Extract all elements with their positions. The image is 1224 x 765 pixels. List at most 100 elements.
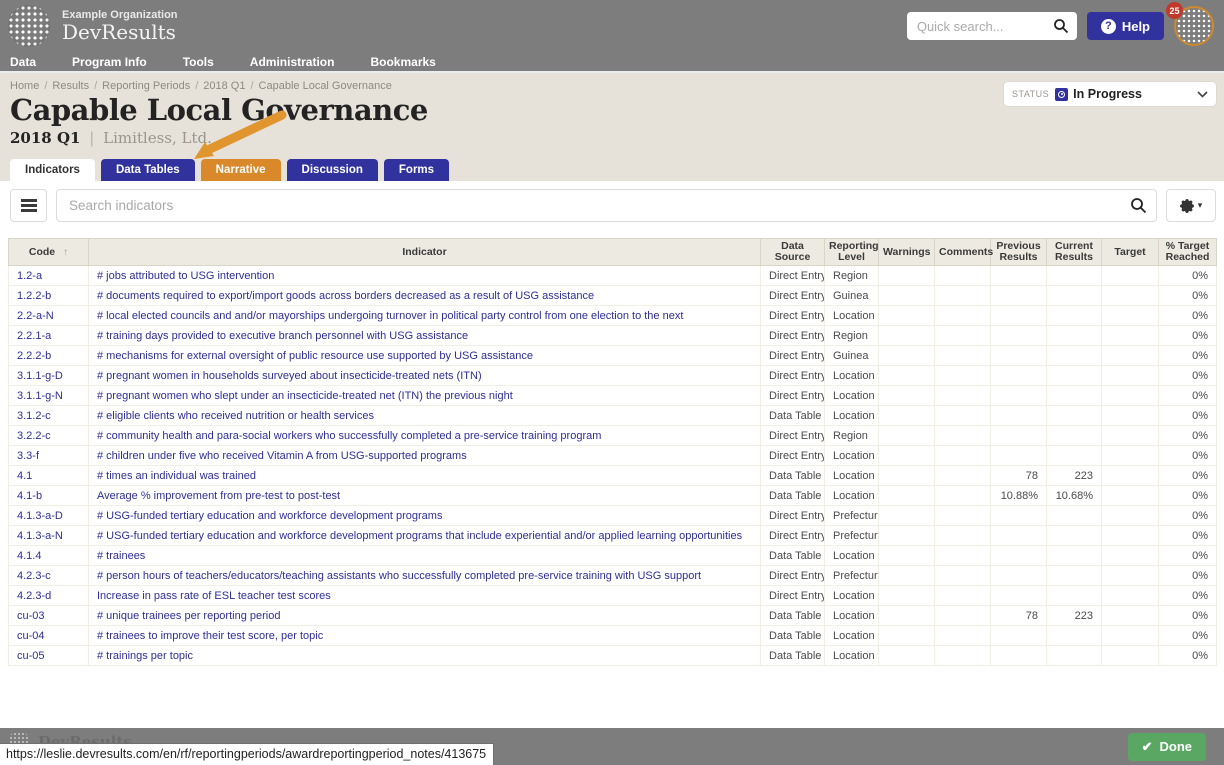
warnings-cell <box>878 425 935 446</box>
tab-data-tables[interactable]: Data Tables <box>100 159 195 181</box>
indicator-cell[interactable]: # jobs attributed to USG intervention <box>88 265 761 286</box>
reporting-level-cell: Guinea <box>824 345 879 366</box>
indicator-cell[interactable]: # pregnant women who slept under an inse… <box>88 385 761 406</box>
nav-item-data[interactable]: Data <box>10 55 36 69</box>
pct-target-cell: 0% <box>1158 565 1217 586</box>
help-button[interactable]: ? Help <box>1086 12 1164 40</box>
previous-results-cell <box>990 345 1047 366</box>
user-avatar[interactable]: 25 <box>1166 2 1214 46</box>
previous-results-cell <box>990 265 1047 286</box>
pct-target-cell: 0% <box>1158 405 1217 426</box>
code-cell[interactable]: 4.2.3-c <box>8 565 89 586</box>
breadcrumb-home[interactable]: Home <box>10 80 39 92</box>
breadcrumb-results[interactable]: Results <box>52 80 89 92</box>
tab-bar: Indicators Data Tables Narrative Discuss… <box>10 159 450 181</box>
col-pct-target-reached[interactable]: % Target Reached <box>1158 238 1217 266</box>
code-cell[interactable]: 4.1-b <box>8 485 89 506</box>
indicator-cell[interactable]: # USG-funded tertiary education and work… <box>88 505 761 526</box>
indicator-cell[interactable]: # unique trainees per reporting period <box>88 605 761 626</box>
nav-item-program-info[interactable]: Program Info <box>72 55 147 69</box>
indicator-cell[interactable]: Average % improvement from pre-test to p… <box>88 485 761 506</box>
tab-discussion[interactable]: Discussion <box>286 159 378 181</box>
indicator-cell[interactable]: # mechanisms for external oversight of p… <box>88 345 761 366</box>
warnings-cell <box>878 445 935 466</box>
code-cell[interactable]: 3.1.1-g-N <box>8 385 89 406</box>
current-results-cell <box>1046 645 1102 666</box>
indicator-cell[interactable]: # eligible clients who received nutritio… <box>88 405 761 426</box>
col-current-results[interactable]: Current Results <box>1046 238 1102 266</box>
indicator-cell[interactable]: # community health and para-social worke… <box>88 425 761 446</box>
current-results-cell <box>1046 385 1102 406</box>
reporting-level-cell: Region <box>824 425 879 446</box>
breadcrumb-2018-q1[interactable]: 2018 Q1 <box>203 80 245 92</box>
search-icon[interactable] <box>1130 197 1147 214</box>
indicator-cell[interactable]: # trainees to improve their test score, … <box>88 625 761 646</box>
search-icon[interactable] <box>1053 18 1069 34</box>
code-cell[interactable]: 3.1.1-g-D <box>8 365 89 386</box>
target-cell <box>1101 505 1159 526</box>
col-comments[interactable]: Comments <box>934 238 993 266</box>
code-cell[interactable]: 4.1.3-a-N <box>8 525 89 546</box>
tab-narrative[interactable]: Narrative <box>200 159 281 181</box>
table-row: 3.1.2-c # eligible clients who received n… <box>8 405 1217 426</box>
menu-button[interactable] <box>10 189 47 222</box>
code-cell[interactable]: 1.2.2-b <box>8 285 89 306</box>
code-cell[interactable]: 3.3-f <box>8 445 89 466</box>
current-results-cell <box>1046 405 1102 426</box>
indicator-cell[interactable]: # local elected councils and and/or mayo… <box>88 305 761 326</box>
code-cell[interactable]: 4.1.4 <box>8 545 89 566</box>
indicators-toolbar: ▾ <box>0 181 1224 222</box>
tab-indicators[interactable]: Indicators <box>10 159 95 181</box>
comments-cell <box>934 305 991 326</box>
col-indicator[interactable]: Indicator <box>88 238 761 266</box>
col-warnings[interactable]: Warnings <box>878 238 935 266</box>
indicator-cell[interactable]: # trainings per topic <box>88 645 761 666</box>
code-cell[interactable]: 4.2.3-d <box>8 585 89 606</box>
indicator-cell[interactable]: # children under five who received Vitam… <box>88 445 761 466</box>
code-cell[interactable]: 4.1.3-a-D <box>8 505 89 526</box>
col-previous-results[interactable]: Previous Results <box>990 238 1047 266</box>
col-data-source[interactable]: Data Source <box>760 238 825 266</box>
target-cell <box>1101 465 1159 486</box>
breadcrumb-reporting-periods[interactable]: Reporting Periods <box>102 80 190 92</box>
code-cell[interactable]: 2.2.2-b <box>8 345 89 366</box>
code-cell[interactable]: cu-05 <box>8 645 89 666</box>
current-results-cell <box>1046 505 1102 526</box>
pct-target-cell: 0% <box>1158 605 1217 626</box>
indicator-cell[interactable]: Increase in pass rate of ESL teacher tes… <box>88 585 761 606</box>
tab-forms[interactable]: Forms <box>383 159 450 181</box>
warnings-cell <box>878 565 935 586</box>
code-cell[interactable]: cu-03 <box>8 605 89 626</box>
indicator-cell[interactable]: # documents required to export/import go… <box>88 285 761 306</box>
code-cell[interactable]: 1.2-a <box>8 265 89 286</box>
code-cell[interactable]: 2.2-a-N <box>8 305 89 326</box>
col-reporting-level[interactable]: Reporting Level <box>824 238 879 266</box>
indicator-cell[interactable]: # training days provided to executive br… <box>88 325 761 346</box>
code-cell[interactable]: 3.1.2-c <box>8 405 89 426</box>
pct-target-cell: 0% <box>1158 385 1217 406</box>
previous-results-cell: 78 <box>990 605 1047 626</box>
indicator-cell[interactable]: # person hours of teachers/educators/tea… <box>88 565 761 586</box>
previous-results-cell: 78 <box>990 465 1047 486</box>
code-cell[interactable]: cu-04 <box>8 625 89 646</box>
col-code[interactable]: Code ↑ <box>8 238 89 266</box>
status-dropdown[interactable]: STATUS In Progress <box>1004 82 1216 106</box>
nav-item-administration[interactable]: Administration <box>250 55 335 69</box>
nav-item-bookmarks[interactable]: Bookmarks <box>370 55 435 69</box>
reporting-level-cell: Location <box>824 485 879 506</box>
code-cell[interactable]: 2.2.1-a <box>8 325 89 346</box>
indicator-cell[interactable]: # USG-funded tertiary education and work… <box>88 525 761 546</box>
indicator-search-input[interactable] <box>56 189 1157 222</box>
settings-button[interactable]: ▾ <box>1166 189 1216 222</box>
code-cell[interactable]: 4.1 <box>8 465 89 486</box>
table-row: 4.1.4 # trainees Data Table Location 0% <box>8 545 1217 566</box>
target-cell <box>1101 485 1159 506</box>
col-target[interactable]: Target <box>1101 238 1159 266</box>
code-cell[interactable]: 3.2.2-c <box>8 425 89 446</box>
indicator-cell[interactable]: # trainees <box>88 545 761 566</box>
nav-item-tools[interactable]: Tools <box>183 55 214 69</box>
done-button[interactable]: ✔ Done <box>1127 732 1206 761</box>
quick-search-input[interactable] <box>906 12 1077 40</box>
indicator-cell[interactable]: # pregnant women in households surveyed … <box>88 365 761 386</box>
indicator-cell[interactable]: # times an individual was trained <box>88 465 761 486</box>
